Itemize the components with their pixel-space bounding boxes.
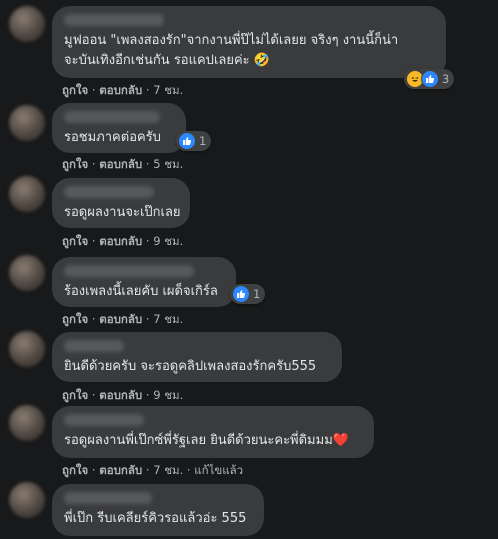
like-button[interactable]: ถูกใจ [62, 157, 88, 171]
comment-actions: ถูกใจ · ตอบกลับ · 9 ชม. [62, 388, 184, 402]
like-button[interactable]: ถูกใจ [62, 463, 88, 477]
comment-text: มูฟออน "เพลงสองรัก"จากงานพี่ป๊ไม่ได้เลยย… [64, 33, 399, 48]
like-icon [421, 70, 439, 88]
reaction-summary[interactable]: 1 [230, 284, 266, 304]
comment-actions: ถูกใจ · ตอบกลับ · 9 ชม. [62, 234, 184, 248]
comment-text: รอดูผลงานพี่เป๊กซ์พี่รัฐเลย ยินดีด้วยนะค… [64, 433, 349, 448]
comment-bubble: รอชมภาคต่อครับ [52, 103, 186, 153]
like-button[interactable]: ถูกใจ [62, 312, 88, 326]
comment-actions: ถูกใจ · ตอบกลับ · 7 ชม. · แก้ไขแล้ว [62, 463, 244, 477]
author-name[interactable] [64, 492, 152, 504]
reply-button[interactable]: ตอบกลับ [99, 463, 142, 477]
reaction-count: 3 [442, 72, 450, 86]
comment-text: รอชมภาคต่อครับ [64, 130, 161, 145]
reply-button[interactable]: ตอบกลับ [99, 388, 142, 402]
comment-bubble: รอดูผลงานจะเป๊กเลย [52, 178, 190, 228]
avatar[interactable] [9, 105, 45, 141]
reaction-count: 1 [253, 287, 261, 301]
author-name[interactable] [64, 14, 164, 26]
comment-actions: ถูกใจ · ตอบกลับ · 7 ชม. [62, 83, 184, 97]
avatar[interactable] [9, 6, 45, 42]
reaction-summary[interactable]: 1 [176, 131, 212, 151]
comment-bubble: ร้องเพลงนี้เลยคับ เผด็จเกิร์ล [52, 257, 236, 307]
avatar[interactable] [9, 255, 45, 291]
edited-label[interactable]: แก้ไขแล้ว [194, 463, 243, 477]
avatar[interactable] [9, 482, 45, 518]
like-icon [232, 285, 250, 303]
comment-timestamp[interactable]: 9 ชม. [153, 388, 183, 402]
like-icon [178, 132, 196, 150]
avatar[interactable] [9, 176, 45, 212]
like-button[interactable]: ถูกใจ [62, 388, 88, 402]
comment-timestamp[interactable]: 7 ชม. [153, 463, 183, 477]
author-name[interactable] [64, 186, 154, 198]
like-button[interactable]: ถูกใจ [62, 234, 88, 248]
avatar[interactable] [9, 331, 45, 367]
reaction-summary[interactable]: 3 [404, 69, 455, 89]
comment-timestamp[interactable]: 7 ชม. [153, 83, 183, 97]
comment-text-line-2: จะบันเทิงอีกเช่นกัน รอแคปเลยค่ะ 🤣 [64, 53, 270, 68]
reply-button[interactable]: ตอบกลับ [99, 157, 142, 171]
author-name[interactable] [64, 414, 144, 426]
comment-bubble: รอดูผลงานพี่เป๊กซ์พี่รัฐเลย ยินดีด้วยนะค… [52, 406, 374, 458]
comment-bubble: พี่เป๊ก รีบเคลียร์คิวรอแล้วอ่ะ 555 [52, 484, 264, 536]
comment-actions: ถูกใจ · ตอบกลับ · 5 ชม. [62, 157, 184, 171]
comment-actions: ถูกใจ · ตอบกลับ · 7 ชม. [62, 312, 184, 326]
comment-timestamp[interactable]: 7 ชม. [153, 312, 183, 326]
reply-button[interactable]: ตอบกลับ [99, 312, 142, 326]
author-name[interactable] [64, 265, 194, 277]
author-name[interactable] [64, 340, 124, 352]
like-button[interactable]: ถูกใจ [62, 83, 88, 97]
avatar[interactable] [9, 405, 45, 441]
comment-bubble: ยินดีด้วยครับ จะรอดูคลิปเพลงสองรักครับ55… [52, 332, 342, 382]
comment-text: ยินดีด้วยครับ จะรอดูคลิปเพลงสองรักครับ55… [64, 359, 317, 374]
comment-timestamp[interactable]: 5 ชม. [153, 157, 183, 171]
comment-text: รอดูผลงานจะเป๊กเลย [64, 205, 181, 220]
comment-text: ร้องเพลงนี้เลยคับ เผด็จเกิร์ล [64, 284, 218, 299]
reply-button[interactable]: ตอบกลับ [99, 83, 142, 97]
comment-timestamp[interactable]: 9 ชม. [153, 234, 183, 248]
reply-button[interactable]: ตอบกลับ [99, 234, 142, 248]
reaction-count: 1 [199, 134, 207, 148]
comment-bubble: มูฟออน "เพลงสองรัก"จากงานพี่ป๊ไม่ได้เลยย… [52, 6, 446, 78]
comment-text: พี่เป๊ก รีบเคลียร์คิวรอแล้วอ่ะ 555 [64, 511, 247, 526]
author-name[interactable] [64, 111, 160, 123]
